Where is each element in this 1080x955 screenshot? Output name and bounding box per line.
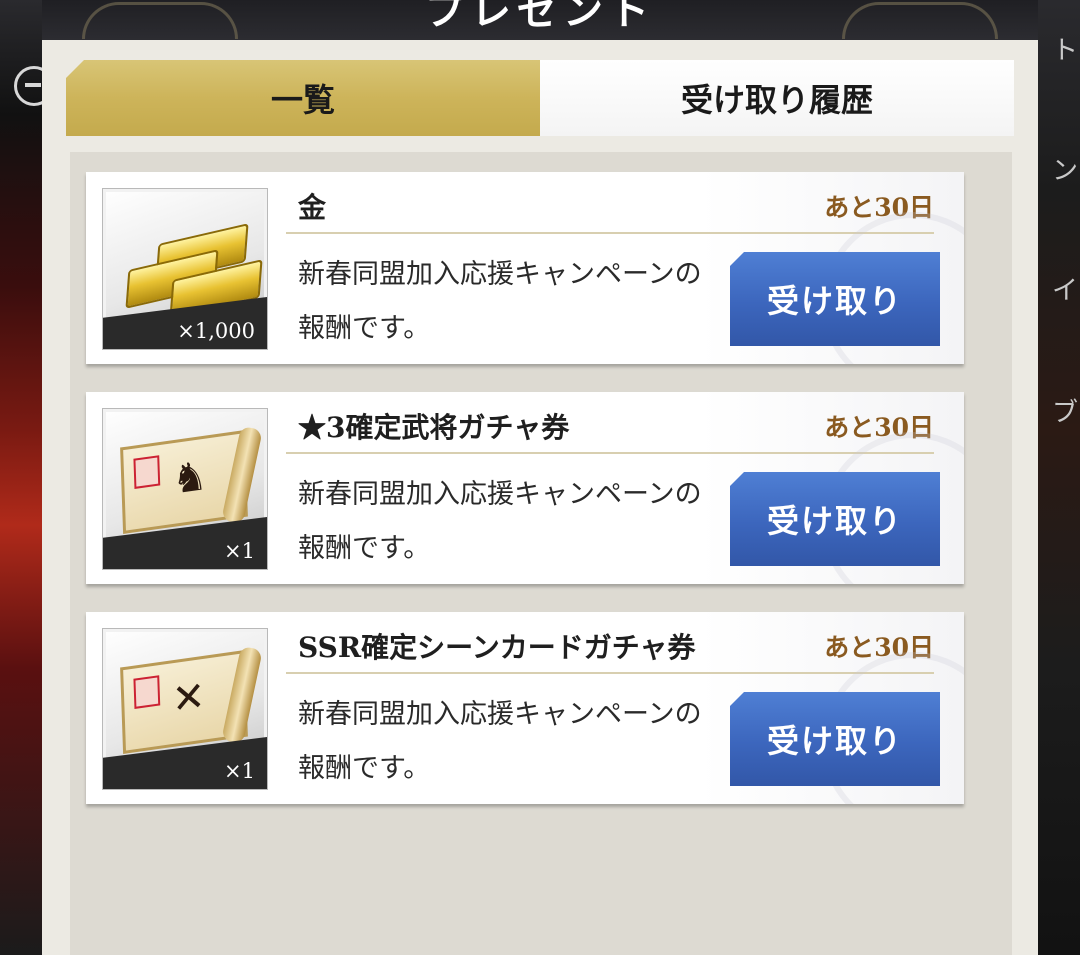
item-quantity: ×1 — [224, 759, 255, 783]
item-name: 金 — [298, 191, 327, 224]
present-panel: 一覧 受け取り履歴 ×1,000 金 あと30日 新春同盟加入応援キャンペーンの… — [42, 40, 1038, 955]
background-right: ト ン イ ブ — [1038, 0, 1080, 955]
background-left — [0, 0, 42, 955]
receive-button[interactable]: 受け取り — [730, 252, 940, 346]
item-name: ★3確定武将ガチャ券 — [298, 411, 570, 444]
header: プレゼント — [42, 0, 1038, 40]
receive-button[interactable]: 受け取り — [730, 472, 940, 566]
item-quantity: ×1,000 — [177, 319, 255, 343]
tab-list[interactable]: 一覧 — [66, 60, 540, 136]
item-thumbnail: ✕ ×1 — [102, 628, 268, 790]
side-label: イ — [1051, 276, 1078, 306]
page-title: プレゼント — [425, 0, 655, 34]
list-item: ♞ ×1 ★3確定武将ガチャ券 あと30日 新春同盟加入応援キャンペーンの報酬で… — [86, 392, 964, 584]
list-item: ✕ ×1 SSR確定シーンカードガチャ券 あと30日 新春同盟加入応援キャンペー… — [86, 612, 964, 804]
item-quantity: ×1 — [224, 539, 255, 563]
tab-bar: 一覧 受け取り履歴 — [66, 60, 1014, 140]
list-item: ×1,000 金 あと30日 新春同盟加入応援キャンペーンの報酬です。 受け取り — [86, 172, 964, 364]
item-name: SSR確定シーンカードガチャ券 — [298, 631, 696, 664]
divider — [286, 672, 934, 674]
present-list[interactable]: ×1,000 金 あと30日 新春同盟加入応援キャンペーンの報酬です。 受け取り… — [70, 152, 1012, 955]
item-description: 新春同盟加入応援キャンペーンの報酬です。 — [298, 259, 702, 344]
item-description: 新春同盟加入応援キャンペーンの報酬です。 — [298, 479, 702, 564]
side-label: ブ — [1051, 398, 1078, 428]
receive-button[interactable]: 受け取り — [730, 692, 940, 786]
side-label: ン — [1051, 156, 1078, 186]
tab-receive-history[interactable]: 受け取り履歴 — [540, 60, 1014, 136]
side-label: ト — [1051, 36, 1078, 66]
item-thumbnail: ×1,000 — [102, 188, 268, 350]
item-description: 新春同盟加入応援キャンペーンの報酬です。 — [298, 699, 702, 784]
divider — [286, 232, 934, 234]
divider — [286, 452, 934, 454]
item-thumbnail: ♞ ×1 — [102, 408, 268, 570]
